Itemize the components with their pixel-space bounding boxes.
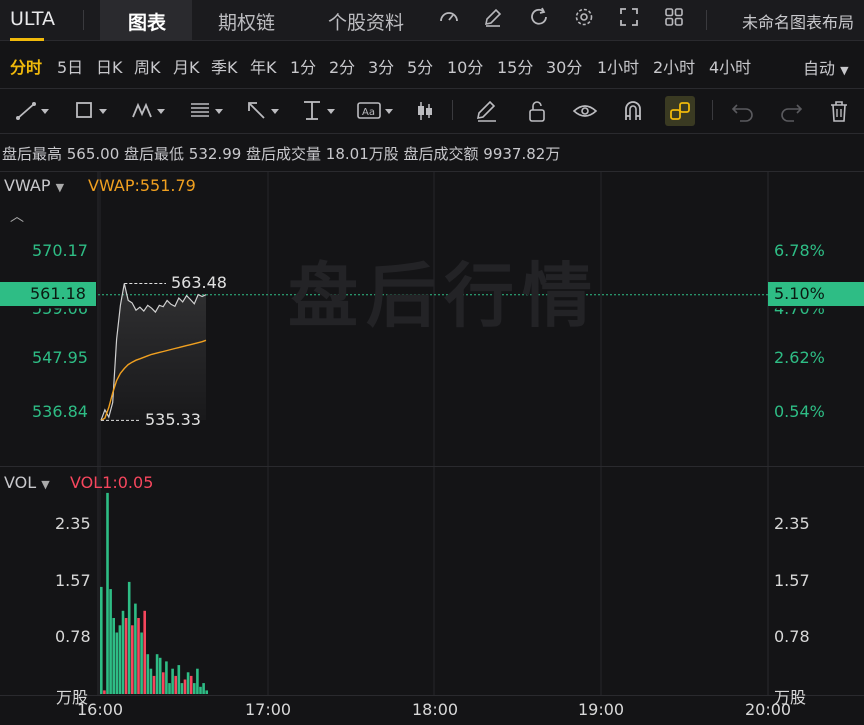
volume-bar — [118, 625, 122, 694]
chevron-down-icon: ▼ — [55, 181, 65, 194]
volume-bar — [186, 672, 190, 694]
volume-bar — [177, 665, 181, 694]
volume-axis-tick: 2.35 — [774, 514, 810, 533]
time-axis-tick: 16:00 — [77, 700, 124, 719]
volume-bar — [174, 675, 177, 694]
volume-axis-tick: 0.78 — [55, 627, 91, 646]
volume-bar — [109, 589, 112, 694]
volume-bar — [124, 618, 128, 694]
volume-bar — [155, 654, 159, 694]
chart-canvas[interactable] — [0, 0, 864, 725]
chevron-down-icon: ▼ — [41, 478, 50, 491]
volume-bar — [152, 675, 156, 694]
price-area — [101, 283, 206, 421]
after-hours-watermark: 盘后行情 — [288, 255, 600, 337]
volume-bar — [137, 618, 140, 694]
price-axis-tick: 547.95 — [32, 348, 88, 367]
volume-bar — [189, 675, 193, 694]
volume-bar — [121, 610, 125, 694]
collapse-chevron-up-icon[interactable]: ︿ — [10, 206, 24, 226]
indicator-label: VOL — [4, 473, 37, 492]
volume-bar — [103, 690, 106, 694]
volume-bar — [143, 610, 146, 694]
volume-bar — [193, 683, 196, 694]
volume-axis-tick: 0.78 — [774, 627, 810, 646]
volume-axis-tick: 2.35 — [55, 514, 91, 533]
vol-indicator-name[interactable]: VOL ▼ — [4, 473, 50, 492]
volume-bar — [168, 683, 171, 694]
price-axis-tick: 570.17 — [32, 241, 88, 260]
vwap-indicator-name[interactable]: VWAP ▼ — [4, 176, 64, 195]
volume-bar — [202, 683, 205, 694]
percent-axis-tick: 0.54% — [774, 402, 825, 421]
volume-bar — [196, 668, 199, 694]
volume-bar — [149, 668, 153, 694]
high-price-label: 563.48 — [171, 273, 227, 292]
volume-bar — [106, 492, 109, 694]
time-axis-tick: 19:00 — [578, 700, 625, 719]
volume-bar — [165, 661, 168, 694]
volume-bar — [158, 657, 162, 694]
volume-bar — [199, 686, 202, 694]
volume-bar — [205, 690, 208, 694]
price-axis-tick: 536.84 — [32, 402, 88, 421]
volume-bar — [115, 632, 119, 694]
volume-bar — [127, 581, 131, 694]
time-axis-tick: 17:00 — [245, 700, 292, 719]
percent-axis-tick: 6.78% — [774, 241, 825, 260]
volume-bar — [134, 603, 137, 694]
volume-bar — [183, 679, 187, 694]
low-price-label: 535.33 — [145, 410, 201, 429]
current-price-tag: 561.18 — [0, 282, 96, 306]
time-axis-tick: 18:00 — [412, 700, 459, 719]
volume-bar — [100, 586, 103, 694]
percent-axis-tick: 2.62% — [774, 348, 825, 367]
volume-bar — [112, 618, 115, 694]
vwap-value: VWAP:551.79 — [88, 176, 196, 195]
volume-bar — [171, 668, 174, 694]
volume-bar — [180, 683, 184, 694]
indicator-label: VWAP — [4, 176, 51, 195]
volume-axis-tick: 1.57 — [55, 571, 91, 590]
time-axis-tick: 20:00 — [745, 700, 792, 719]
current-percent-tag: 5.10% — [768, 282, 864, 306]
volume-bar — [131, 625, 134, 694]
vol-value: VOL1:0.05 — [70, 473, 154, 492]
volume-bar — [146, 654, 150, 694]
volume-bar — [162, 672, 165, 694]
volume-bar — [140, 632, 143, 694]
volume-axis-tick: 1.57 — [774, 571, 810, 590]
